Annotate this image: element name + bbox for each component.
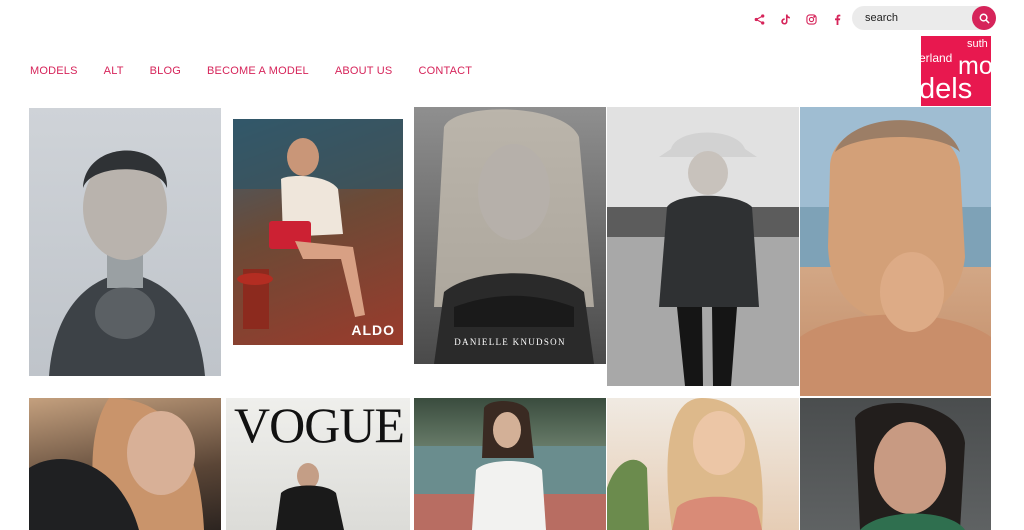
nav-item-about-us[interactable]: ABOUT US xyxy=(335,65,393,77)
social-links xyxy=(746,10,850,28)
logo-text-2: erland xyxy=(921,51,953,65)
model-portrait-image xyxy=(607,398,763,530)
search-icon xyxy=(979,13,990,24)
nav-item-models[interactable]: MODELS xyxy=(30,65,78,77)
search-input[interactable] xyxy=(865,9,965,27)
model-portrait-image xyxy=(49,150,205,376)
nav-item-blog[interactable]: BLOG xyxy=(150,65,181,77)
nav-item-alt[interactable]: ALT xyxy=(104,65,124,77)
model-portrait-image xyxy=(855,403,965,530)
search-box xyxy=(852,6,996,30)
model-photo-tile[interactable] xyxy=(607,107,799,386)
model-photo-tile[interactable] xyxy=(607,398,799,530)
model-photo-tile[interactable] xyxy=(800,107,991,396)
model-photo-tile[interactable] xyxy=(414,398,606,530)
search-button[interactable] xyxy=(972,6,996,30)
magazine-cover-image xyxy=(276,463,344,530)
share-icon[interactable] xyxy=(746,10,772,28)
model-photo-tile[interactable] xyxy=(29,108,221,376)
logo-text-1: suth xyxy=(967,38,988,50)
brand-caption: ALDO xyxy=(351,322,395,338)
magazine-caption: DANIELLE KNUDSON xyxy=(454,337,566,347)
facebook-icon[interactable] xyxy=(824,10,850,28)
instagram-icon[interactable] xyxy=(798,10,824,28)
nav-item-contact[interactable]: CONTACT xyxy=(418,65,472,77)
model-photo-tile[interactable]: DANIELLE KNUDSON xyxy=(414,107,606,364)
model-portrait-image xyxy=(800,107,991,396)
model-photo-tile[interactable] xyxy=(800,398,991,530)
model-photo-tile[interactable]: VOGUE xyxy=(226,398,410,530)
model-portrait-image xyxy=(607,107,799,386)
model-portrait-image xyxy=(29,398,204,530)
campaign-image xyxy=(233,119,403,329)
brand-logo[interactable]: suth erland mo dels xyxy=(921,36,991,106)
model-photo-tile[interactable] xyxy=(29,398,221,530)
main-nav: MODELS ALT BLOG BECOME A MODEL ABOUT US … xyxy=(30,65,498,77)
logo-text-4: dels xyxy=(921,73,973,105)
nav-item-become-a-model[interactable]: BECOME A MODEL xyxy=(207,65,309,77)
model-photo-tile[interactable]: ALDO xyxy=(233,119,403,345)
model-portrait-image xyxy=(434,109,594,364)
model-portrait-image xyxy=(414,401,606,530)
tiktok-icon[interactable] xyxy=(772,10,798,28)
